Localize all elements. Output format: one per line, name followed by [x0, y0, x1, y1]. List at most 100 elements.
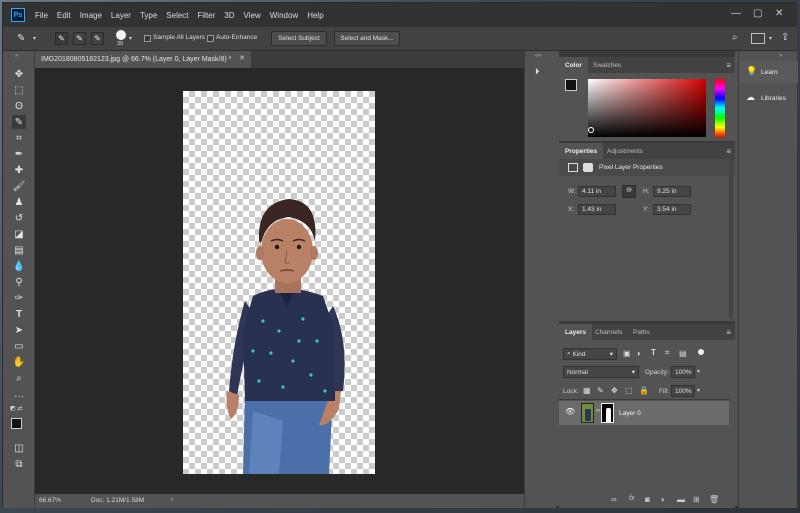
menu-view[interactable]: View — [244, 11, 261, 20]
screen-mode-icon[interactable]: ⧉ — [12, 457, 26, 471]
sample-all-layers-checkbox[interactable] — [144, 35, 151, 42]
add-to-selection-icon[interactable]: ✎ — [73, 32, 86, 45]
tab-properties[interactable]: Properties — [559, 143, 604, 159]
blur-tool-icon[interactable]: 💧 — [12, 259, 26, 273]
menu-edit[interactable]: Edit — [57, 11, 71, 20]
color-picker-cursor[interactable] — [588, 127, 594, 133]
lasso-tool-icon[interactable]: ʘ — [12, 99, 26, 113]
panel-menu-icon[interactable]: ≡ — [726, 147, 731, 156]
eyedropper-tool-icon[interactable]: ✒ — [12, 147, 26, 161]
brush-preview-icon[interactable] — [116, 30, 126, 40]
auto-enhance-checkbox[interactable] — [207, 35, 214, 42]
link-layers-icon[interactable]: ∞ — [611, 495, 617, 504]
move-tool-icon[interactable]: ✥ — [12, 67, 26, 81]
menu-image[interactable]: Image — [80, 11, 102, 20]
select-and-mask-button[interactable]: Select and Mask... — [334, 31, 400, 46]
menu-select[interactable]: Select — [166, 11, 188, 20]
menu-file[interactable]: File — [35, 11, 48, 20]
gradient-tool-icon[interactable]: ▤ — [12, 243, 26, 257]
new-layer-icon[interactable]: ⊞ — [693, 495, 700, 504]
chevron-right-icon[interactable]: › — [171, 496, 173, 503]
lock-artboard-icon[interactable]: ⬚ — [625, 386, 633, 395]
panel-menu-icon[interactable]: ≡ — [726, 61, 731, 70]
quick-selection-tool-icon[interactable]: ✎ — [12, 115, 26, 129]
layer-name[interactable]: Layer 0 — [619, 410, 641, 417]
share-icon[interactable]: ⇪ — [781, 32, 789, 43]
filter-type-icon[interactable]: T — [651, 348, 656, 357]
close-button[interactable]: ✕ — [775, 8, 783, 19]
chevron-down-icon[interactable]: ▾ — [769, 35, 772, 42]
blend-mode-select[interactable]: Normal ▾ — [563, 366, 639, 378]
document-tab[interactable]: IMG20180805182123.jpg @ 66.7% (Layer 0, … — [35, 51, 251, 68]
color-field[interactable] — [588, 79, 706, 137]
learn-item[interactable]: 💡 Learn — [739, 61, 798, 83]
eye-icon[interactable]: 👁 — [565, 407, 575, 416]
filter-toggle-icon[interactable] — [698, 349, 704, 355]
chevron-down-icon[interactable]: ▾ — [697, 387, 700, 394]
menu-layer[interactable]: Layer — [111, 11, 131, 20]
hand-tool-icon[interactable]: ✋ — [12, 355, 26, 369]
history-icon[interactable]: ⏵ — [535, 66, 547, 78]
layer-thumbnail[interactable] — [581, 403, 594, 423]
new-selection-icon[interactable]: ✎ — [55, 32, 68, 45]
tab-paths[interactable]: Paths — [627, 324, 656, 340]
fx-icon[interactable]: fx — [629, 495, 634, 502]
healing-brush-tool-icon[interactable]: ✚ — [12, 163, 26, 177]
tab-layers[interactable]: Layers — [559, 324, 592, 340]
fill-field[interactable]: 100% — [671, 385, 695, 397]
search-icon[interactable]: ⌕ — [732, 32, 738, 43]
hue-slider[interactable] — [715, 79, 725, 137]
maximize-button[interactable]: ▢ — [753, 8, 762, 19]
chevron-down-icon[interactable]: ▾ — [697, 368, 700, 375]
menu-help[interactable]: Help — [307, 11, 323, 20]
quick-mask-icon[interactable]: ◫ — [12, 441, 26, 455]
type-tool-icon[interactable]: T — [12, 307, 26, 321]
default-colors-icon[interactable]: ◩ ⇄ — [10, 405, 22, 412]
libraries-item[interactable]: ☁ Libraries — [739, 87, 798, 109]
brush-tool-icon[interactable]: 🖌 — [12, 179, 26, 193]
panel-menu-icon[interactable]: ≡ — [726, 328, 731, 337]
layer-filter-select[interactable]: ⌕ Kind ▾ — [563, 348, 617, 360]
mask-icon[interactable] — [583, 163, 593, 172]
layer-row[interactable]: 👁 ∞ Layer 0 — [559, 401, 729, 425]
menu-filter[interactable]: Filter — [198, 11, 216, 20]
document-canvas[interactable] — [183, 91, 375, 474]
minimize-button[interactable]: — — [731, 8, 741, 19]
lock-image-icon[interactable]: ✎ — [597, 386, 604, 395]
crop-tool-icon[interactable]: ⌗ — [12, 131, 26, 145]
more-tools-icon[interactable]: ··· — [12, 389, 26, 403]
trash-icon[interactable]: 🗑 — [709, 495, 719, 504]
adjustment-layer-icon[interactable]: ◐ — [661, 495, 666, 504]
chevron-down-icon[interactable]: ▾ — [33, 35, 36, 42]
chevron-down-icon[interactable]: ▾ — [129, 35, 132, 42]
pen-tool-icon[interactable]: ✑ — [12, 291, 26, 305]
y-field[interactable]: 3.54 in — [653, 204, 691, 215]
quick-selection-preset-icon[interactable]: ✎ — [17, 33, 25, 44]
filter-smart-object-icon[interactable]: ▤ — [679, 349, 687, 358]
select-subject-button[interactable]: Select Subject — [271, 31, 327, 46]
link-icon[interactable]: ⊖ — [622, 185, 636, 198]
tab-channels[interactable]: Channels — [589, 324, 628, 340]
menu-type[interactable]: Type — [140, 11, 157, 20]
dodge-tool-icon[interactable]: ⚲ — [12, 275, 26, 289]
tab-swatches[interactable]: Swatches — [587, 57, 627, 73]
tab-color[interactable]: Color — [559, 57, 588, 73]
collapse-icon[interactable]: » — [779, 53, 782, 59]
close-tab-icon[interactable]: ✕ — [239, 54, 245, 62]
zoom-tool-icon[interactable]: ⌕ — [12, 371, 26, 385]
filter-adjustment-icon[interactable]: ◐ — [637, 349, 642, 358]
tab-adjustments[interactable]: Adjustments — [601, 143, 649, 159]
link-icon[interactable]: ∞ — [596, 408, 600, 414]
foreground-color-swatch[interactable] — [11, 418, 22, 429]
lock-transparent-icon[interactable]: ▦ — [583, 386, 591, 395]
height-field[interactable]: 9.25 in — [653, 186, 691, 197]
foreground-color-swatch[interactable] — [565, 79, 577, 91]
collapse-icon[interactable]: «« — [535, 53, 542, 59]
width-field[interactable]: 4.11 in — [578, 186, 616, 197]
x-field[interactable]: 1.43 in — [578, 204, 616, 215]
rectangle-tool-icon[interactable]: ▭ — [12, 339, 26, 353]
eraser-tool-icon[interactable]: ◪ — [12, 227, 26, 241]
lock-position-icon[interactable]: ✥ — [611, 386, 618, 395]
menu-3d[interactable]: 3D — [224, 11, 234, 20]
add-mask-icon[interactable]: ◙ — [645, 495, 650, 504]
